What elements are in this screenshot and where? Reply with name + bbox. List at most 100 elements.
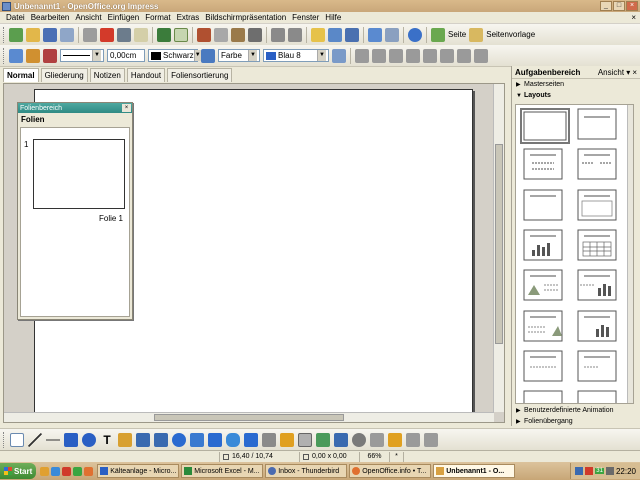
menu-einfuegen[interactable]: Einfügen (105, 13, 143, 22)
connector-icon[interactable] (136, 432, 150, 447)
tab-handout[interactable]: Handout (126, 68, 166, 82)
zoom-icon[interactable] (385, 27, 399, 42)
export-pdf-icon[interactable] (100, 27, 114, 42)
layout-title-object[interactable] (523, 350, 563, 382)
tab-gliederung[interactable]: Gliederung (40, 68, 88, 82)
tab-normal[interactable]: Normal (3, 68, 39, 82)
layout-text-clipart[interactable] (523, 310, 563, 342)
section-uebergang[interactable]: ▶ Folienübergang (512, 416, 640, 427)
ql-app-icon[interactable] (62, 466, 72, 476)
bring-front-icon[interactable] (389, 48, 403, 63)
line-icon[interactable] (26, 48, 40, 63)
help-icon[interactable] (408, 27, 422, 42)
horizontal-scroll-thumb[interactable] (154, 414, 344, 421)
area-icon[interactable] (201, 48, 215, 63)
ql-ie-icon[interactable] (51, 466, 61, 476)
open-folder-icon[interactable] (26, 27, 40, 42)
tab-foliensortierung[interactable]: Foliensortierung (167, 68, 233, 82)
layout-title-content[interactable] (523, 148, 563, 180)
start-button[interactable]: Start (0, 463, 37, 479)
tab-notizen[interactable]: Notizen (89, 68, 125, 82)
menu-extras[interactable]: Extras (174, 13, 203, 22)
gallery-icon[interactable] (334, 432, 348, 447)
menu-fenster[interactable]: Fenster (289, 13, 322, 22)
styles-icon[interactable] (9, 48, 23, 63)
stars-icon[interactable] (244, 432, 258, 447)
copy-icon[interactable] (214, 27, 228, 42)
task-openoffice-info[interactable]: OpenOffice.info • T... (349, 464, 432, 478)
tray-volume-icon[interactable] (605, 467, 614, 475)
slide-panel-close-button[interactable]: × (122, 104, 131, 112)
layout-partial-right[interactable] (577, 390, 617, 404)
arrange-icon[interactable] (372, 48, 386, 63)
line-color-select[interactable]: Schwarz ▼ (148, 49, 201, 62)
section-animation[interactable]: ▶ Benutzerdefinierte Animation (512, 405, 640, 416)
arrow-style-icon[interactable] (43, 48, 57, 63)
vertical-scrollbar[interactable] (493, 84, 504, 412)
curve-icon[interactable] (118, 432, 132, 447)
points-icon[interactable] (262, 432, 276, 447)
shadow-icon[interactable] (332, 48, 346, 63)
arrange-draw-icon[interactable] (388, 432, 402, 447)
edit-file-icon[interactable] (83, 27, 97, 42)
layout-title-two-content[interactable] (577, 148, 617, 180)
seitenvorlage-button[interactable]: Seitenvorlage (486, 30, 535, 39)
spellcheck-icon[interactable] (157, 27, 171, 42)
print-icon[interactable] (117, 27, 131, 42)
menu-ansicht[interactable]: Ansicht (72, 13, 104, 22)
line-tool-icon[interactable] (28, 432, 42, 447)
line-style-select[interactable]: ▼ (60, 49, 104, 62)
undo-icon[interactable] (271, 27, 285, 42)
animation-effects-icon[interactable] (424, 432, 438, 447)
close-window-button[interactable]: × (626, 1, 638, 11)
task-pane-close-button[interactable]: × (632, 68, 637, 77)
extrusion-icon[interactable] (406, 432, 420, 447)
line-width-field[interactable]: 0,00cm (107, 49, 145, 62)
layout-gallery-scrollbar[interactable] (627, 105, 633, 403)
arrow-line-icon[interactable] (46, 432, 60, 447)
group-icon[interactable] (423, 48, 437, 63)
ql-firefox-icon[interactable] (84, 466, 94, 476)
toolbar-grip[interactable] (3, 431, 6, 448)
toolbar-grip[interactable] (3, 47, 6, 64)
horizontal-scrollbar[interactable] (4, 412, 494, 422)
rectangle-icon[interactable] (64, 432, 78, 447)
chart-icon[interactable] (311, 27, 325, 42)
area-color-select[interactable]: Blau 8 ▼ (263, 49, 329, 62)
tray-security-icon[interactable] (585, 467, 594, 475)
navigator-icon[interactable] (345, 27, 359, 42)
exit-group-icon[interactable] (474, 48, 488, 63)
glue-points-icon[interactable] (280, 432, 294, 447)
task-thunderbird[interactable]: Inbox - Thunderbird (265, 464, 348, 478)
select-arrow-icon[interactable] (10, 432, 24, 447)
task-impress[interactable]: Unbenannt1 - O... (433, 464, 516, 478)
section-masterseiten[interactable]: ▶ Masterseiten (512, 79, 640, 90)
cut-icon[interactable] (197, 27, 211, 42)
ql-folder-icon[interactable] (40, 466, 50, 476)
enter-group-icon[interactable] (457, 48, 471, 63)
slide-panel-titlebar[interactable]: Folienbereich × (18, 103, 132, 113)
print-preview-icon[interactable] (134, 27, 148, 42)
page-icon[interactable] (431, 27, 445, 42)
ql-excel-icon[interactable] (73, 466, 83, 476)
rotate-icon[interactable] (352, 432, 366, 447)
tray-calendar-icon[interactable]: 31 (595, 468, 604, 474)
format-paintbrush-icon[interactable] (248, 27, 262, 42)
layout-title-only[interactable] (577, 108, 617, 140)
impress-app-icon[interactable] (2, 1, 11, 11)
tray-network-icon[interactable] (575, 467, 584, 475)
close-document-icon[interactable]: × (631, 13, 636, 22)
paste-icon[interactable] (231, 27, 245, 42)
menu-bearbeiten[interactable]: Bearbeiten (28, 13, 73, 22)
status-zoom[interactable]: 66% (360, 451, 390, 462)
table-icon[interactable] (328, 27, 342, 42)
layout-title-text-object[interactable] (577, 350, 617, 382)
seite-button[interactable]: Seite (448, 30, 466, 39)
callouts-icon[interactable] (226, 432, 240, 447)
send-back-icon[interactable] (406, 48, 420, 63)
menu-hilfe[interactable]: Hilfe (322, 13, 344, 22)
show-draw-functions-icon[interactable] (368, 27, 382, 42)
page-template-icon[interactable] (469, 27, 484, 42)
symbol-shapes-icon[interactable] (172, 432, 186, 447)
from-file-icon[interactable] (316, 432, 330, 447)
